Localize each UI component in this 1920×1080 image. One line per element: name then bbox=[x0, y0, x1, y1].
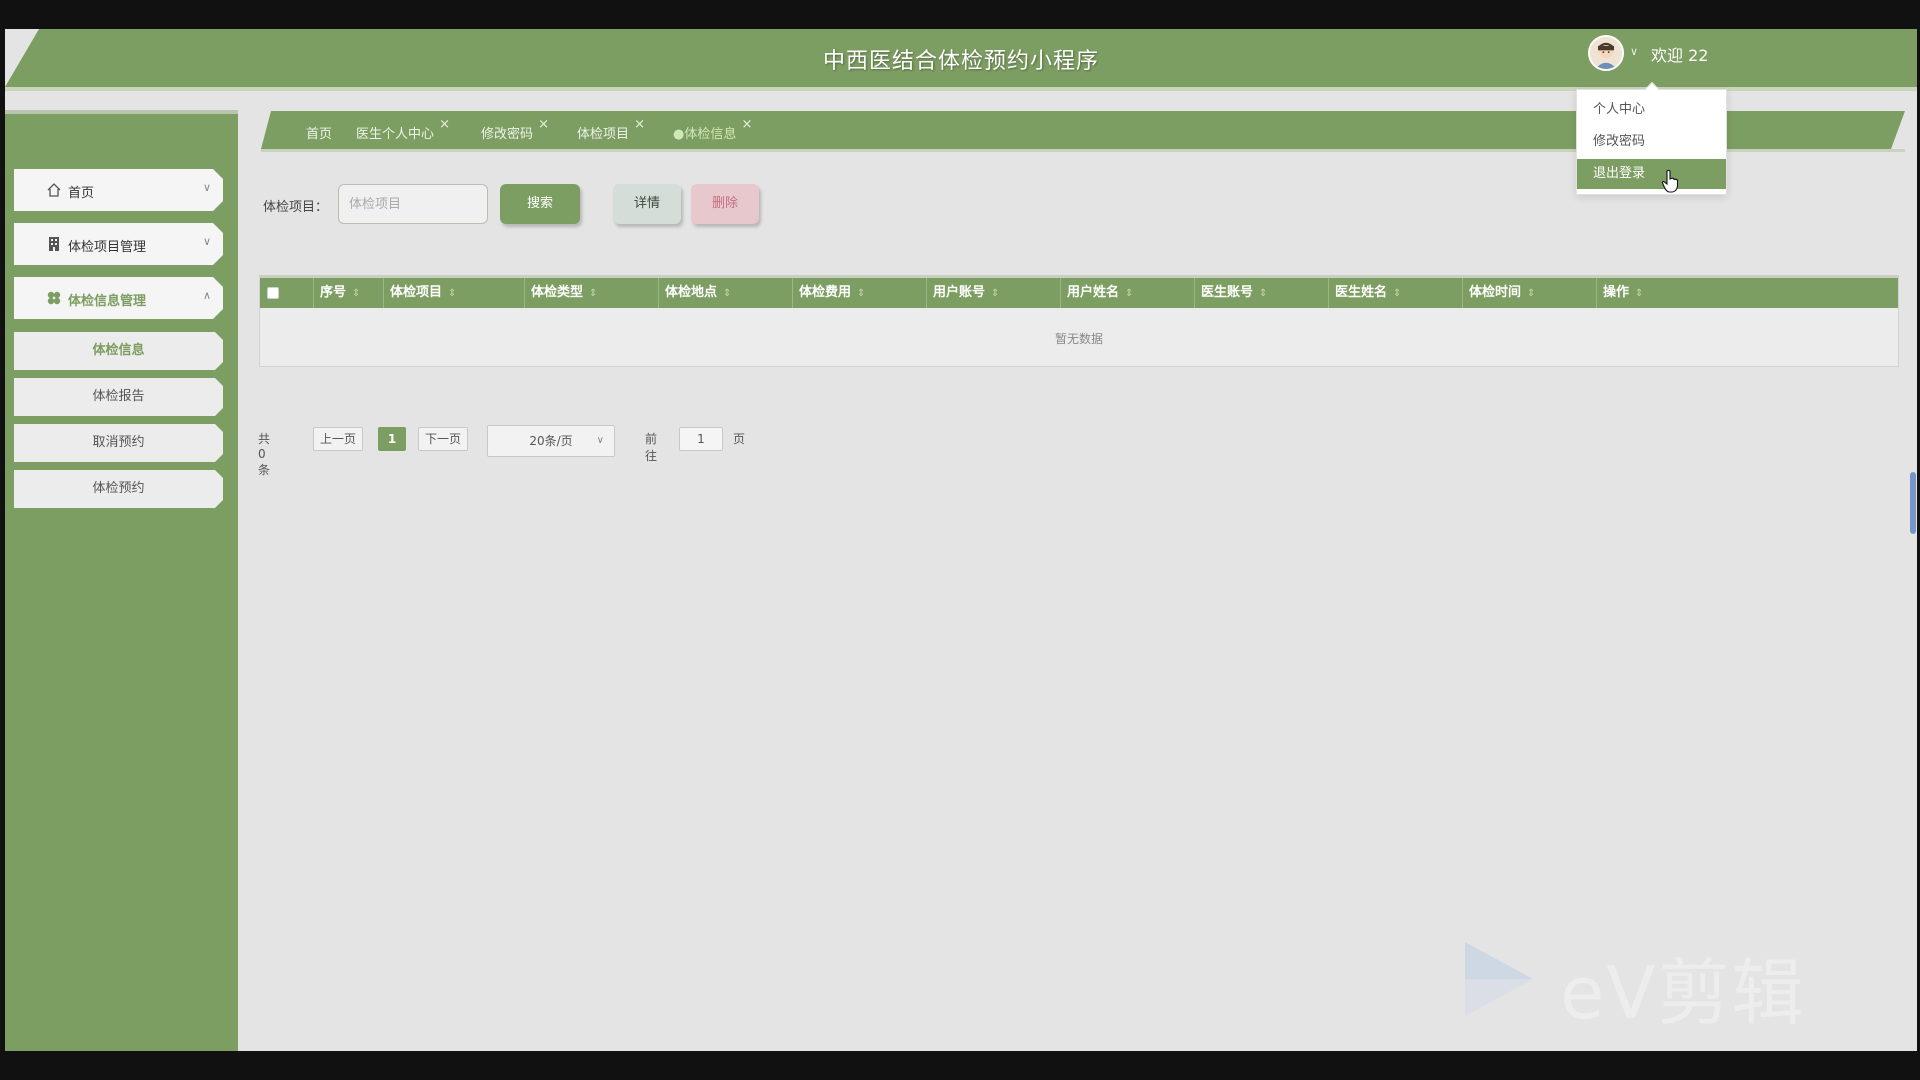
column-header[interactable]: 体检类型 ⇕ bbox=[524, 278, 658, 308]
select-all-checkbox[interactable] bbox=[267, 287, 279, 299]
sort-icon[interactable]: ⇕ bbox=[448, 288, 456, 299]
data-table: 序号 ⇕ 体检项目 ⇕ 体检类型 ⇕ 体检地点 ⇕ 体检费用 ⇕ 用户账号 ⇕ 用户姓名 ⇕ … bbox=[259, 275, 1899, 367]
next-page-button[interactable]: 下一页 bbox=[418, 427, 468, 451]
sort-icon[interactable]: ⇕ bbox=[991, 288, 999, 299]
sidebar-subitem-cancel-appointment[interactable]: 取消预约 bbox=[14, 424, 223, 462]
column-label: 序号 bbox=[320, 285, 347, 300]
sidebar-item-label: 体检信息管理 bbox=[68, 294, 147, 309]
column-label: 体检项目 bbox=[390, 285, 443, 300]
page-suffix: 页 bbox=[733, 432, 746, 446]
menu-item-personal-center[interactable]: 个人中心 bbox=[1577, 95, 1726, 125]
avatar-icon bbox=[1590, 37, 1622, 69]
column-header[interactable]: 体检时间 ⇕ bbox=[1462, 278, 1596, 308]
tab-label: 首页 bbox=[306, 127, 333, 142]
sort-icon[interactable]: ⇕ bbox=[352, 288, 360, 299]
page-number-current[interactable]: 1 bbox=[378, 427, 406, 451]
column-label: 医生账号 bbox=[1201, 285, 1254, 300]
sort-icon[interactable]: ⇕ bbox=[1259, 288, 1267, 299]
page-size-select[interactable]: 20条/页 ∨ bbox=[487, 425, 615, 457]
tab-home[interactable]: 首页 bbox=[306, 123, 332, 142]
user-avatar[interactable] bbox=[1588, 35, 1624, 71]
sort-icon[interactable]: ⇕ bbox=[589, 288, 597, 299]
top-header: 中西医结合体检预约小程序 ∨ 欢迎 22 bbox=[5, 29, 1917, 91]
sort-icon[interactable]: ⇕ bbox=[857, 288, 865, 299]
column-label: 体检地点 bbox=[665, 285, 718, 300]
tab-label: 修改密码 bbox=[481, 127, 534, 142]
detail-button[interactable]: 详情 bbox=[613, 184, 681, 224]
clover-icon bbox=[46, 290, 62, 306]
close-icon[interactable]: × bbox=[741, 117, 752, 132]
welcome-text[interactable]: 欢迎 22 bbox=[1651, 42, 1708, 66]
tab-change-password[interactable]: 修改密码 × bbox=[481, 117, 549, 142]
sidebar-subitem-exam-info[interactable]: 体检信息 bbox=[14, 332, 223, 370]
tab-label: 医生个人中心 bbox=[356, 127, 435, 142]
column-label: 用户姓名 bbox=[1067, 285, 1120, 300]
column-label: 体检费用 bbox=[799, 285, 852, 300]
menu-item-logout[interactable]: 退出登录 bbox=[1577, 159, 1726, 189]
app-window: 中西医结合体检预约小程序 ∨ 欢迎 22 首页 ∨ 体检项目管理 ∨ 体检信息管… bbox=[5, 29, 1917, 1051]
tab-label: 体检项目 bbox=[577, 127, 630, 142]
column-header[interactable]: 体检项目 ⇕ bbox=[383, 278, 524, 308]
tab-exam-project[interactable]: 体检项目 × bbox=[577, 117, 645, 142]
column-label: 操作 bbox=[1603, 285, 1630, 300]
sort-icon[interactable]: ⇕ bbox=[723, 288, 731, 299]
chevron-down-icon: ∨ bbox=[202, 181, 211, 194]
column-header[interactable]: 体检费用 ⇕ bbox=[792, 278, 926, 308]
delete-button[interactable]: 删除 bbox=[691, 184, 759, 224]
scrollbar-thumb[interactable] bbox=[1910, 472, 1916, 534]
menu-item-change-password[interactable]: 修改密码 bbox=[1577, 127, 1726, 157]
close-icon[interactable]: × bbox=[634, 117, 645, 132]
total-count: 共 0 条 bbox=[258, 432, 271, 477]
watermark-logo: eV剪辑 bbox=[1455, 934, 1835, 1035]
chevron-up-icon: ∧ bbox=[202, 289, 211, 302]
column-label: 体检类型 bbox=[531, 285, 584, 300]
column-header[interactable]: 用户账号 ⇕ bbox=[926, 278, 1060, 308]
sidebar-item-label: 体检项目管理 bbox=[68, 240, 147, 255]
search-label: 体检项目： bbox=[263, 200, 329, 215]
column-header[interactable]: 医生姓名 ⇕ bbox=[1328, 278, 1462, 308]
table-header: 序号 ⇕ 体检项目 ⇕ 体检类型 ⇕ 体检地点 ⇕ 体检费用 ⇕ 用户账号 ⇕ 用户姓名 ⇕ … bbox=[260, 278, 1898, 308]
prev-page-button[interactable]: 上一页 bbox=[313, 427, 363, 451]
building-icon bbox=[46, 236, 62, 252]
column-header[interactable]: 用户姓名 ⇕ bbox=[1060, 278, 1194, 308]
search-button[interactable]: 搜索 bbox=[500, 184, 580, 224]
empty-state-text: 暂无数据 bbox=[1054, 332, 1103, 346]
sort-icon[interactable]: ⇕ bbox=[1125, 288, 1133, 299]
sidebar-item-home[interactable]: 首页 ∨ bbox=[14, 169, 223, 211]
hand-cursor-icon bbox=[1661, 169, 1679, 193]
column-header[interactable]: 操作 ⇕ bbox=[1596, 278, 1898, 308]
sidebar-subitem-exam-report[interactable]: 体检报告 bbox=[14, 378, 223, 416]
home-icon bbox=[46, 182, 62, 198]
column-label: 用户账号 bbox=[933, 285, 986, 300]
column-header[interactable]: 医生账号 ⇕ bbox=[1194, 278, 1328, 308]
close-icon[interactable]: × bbox=[439, 117, 450, 132]
column-label: 体检时间 bbox=[1469, 285, 1522, 300]
sidebar-item-exam-project-management[interactable]: 体检项目管理 ∨ bbox=[14, 223, 223, 265]
sort-icon[interactable]: ⇕ bbox=[1527, 288, 1535, 299]
chevron-down-icon: ∨ bbox=[202, 235, 211, 248]
goto-label: 前往 bbox=[645, 432, 658, 463]
watermark-text: eV剪辑 bbox=[1560, 951, 1806, 1035]
tab-doctor-center[interactable]: 医生个人中心 × bbox=[356, 117, 450, 142]
sidebar: 首页 ∨ 体检项目管理 ∨ 体检信息管理 ∧ 体检信息 体检报告 取消预约 体检… bbox=[5, 110, 238, 1051]
chevron-down-icon: ∨ bbox=[596, 435, 604, 446]
column-header[interactable]: 序号 ⇕ bbox=[313, 278, 370, 308]
sidebar-subitem-exam-appointment[interactable]: 体检预约 bbox=[14, 470, 223, 508]
column-header[interactable]: 体检地点 ⇕ bbox=[658, 278, 792, 308]
play-icon bbox=[1465, 942, 1533, 1016]
close-icon[interactable]: × bbox=[538, 117, 549, 132]
sort-icon[interactable]: ⇕ bbox=[1635, 288, 1643, 299]
page-size-value: 20条/页 bbox=[529, 434, 573, 448]
user-dropdown-menu: 个人中心 修改密码 退出登录 bbox=[1576, 81, 1727, 195]
tab-exam-info[interactable]: ●体检信息 × bbox=[673, 117, 752, 142]
column-label: 医生姓名 bbox=[1335, 285, 1388, 300]
sidebar-item-label: 首页 bbox=[68, 186, 95, 201]
tab-label: ●体检信息 bbox=[673, 127, 737, 142]
goto-page-input[interactable]: 1 bbox=[679, 427, 723, 451]
sidebar-item-exam-info-management[interactable]: 体检信息管理 ∧ bbox=[14, 277, 223, 319]
sort-icon[interactable]: ⇕ bbox=[1393, 288, 1401, 299]
search-input[interactable] bbox=[338, 184, 488, 224]
chevron-down-icon[interactable]: ∨ bbox=[1630, 45, 1638, 58]
